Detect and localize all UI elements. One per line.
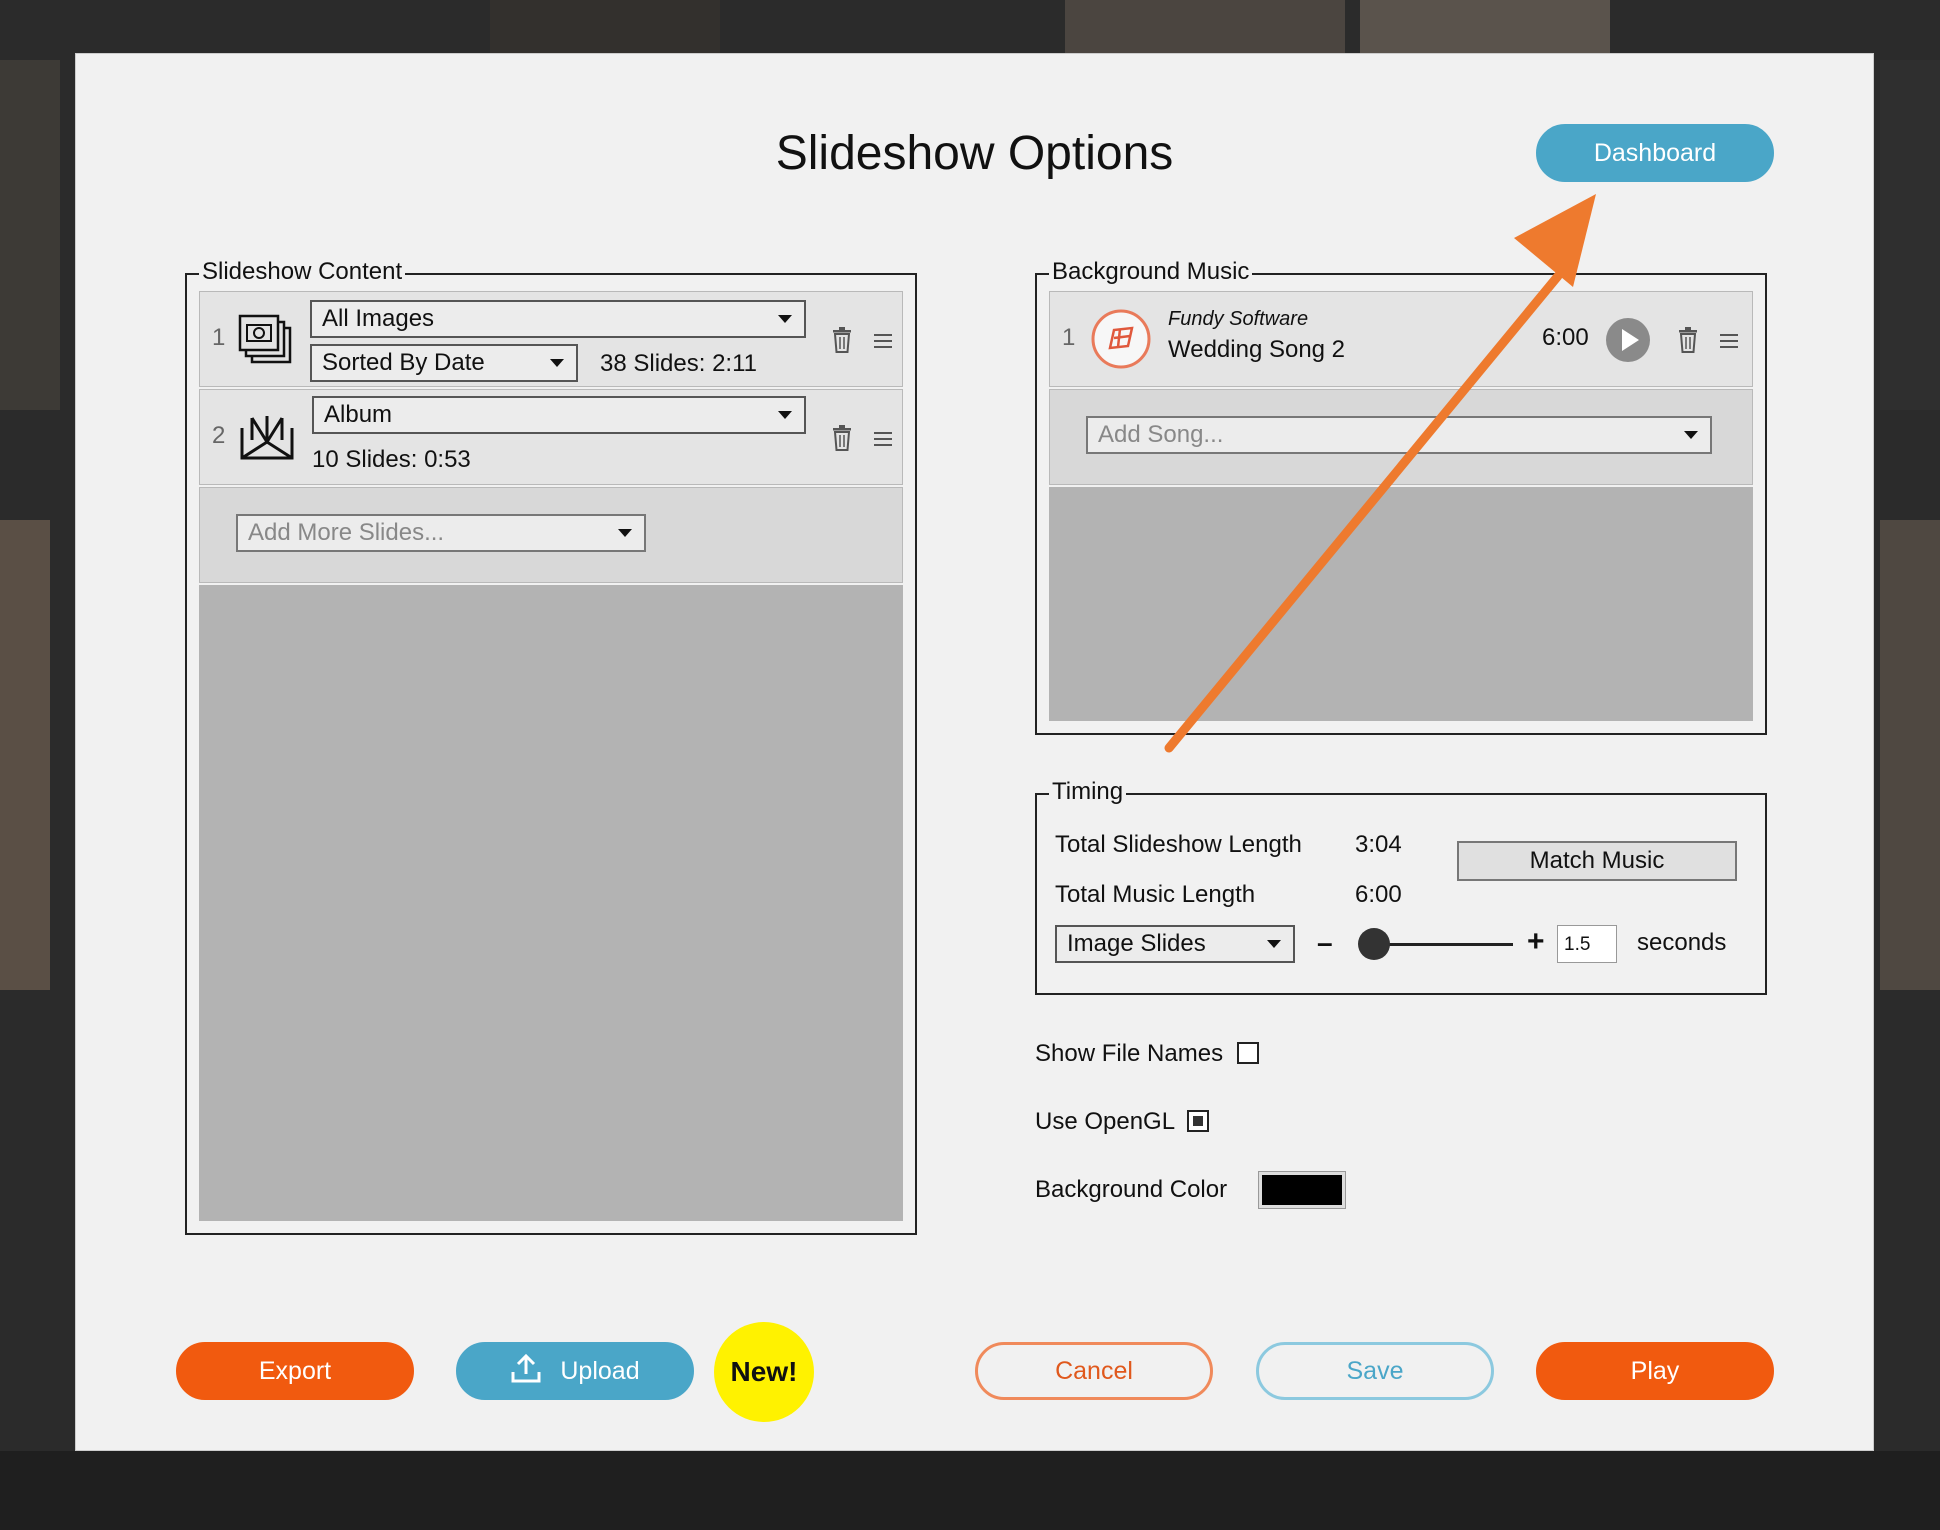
music-empty-area (1049, 487, 1753, 721)
drag-handle-icon[interactable] (1720, 334, 1738, 348)
content-row-index: 2 (212, 422, 226, 449)
save-button[interactable]: Save (1256, 1342, 1494, 1400)
upload-icon (510, 1352, 542, 1391)
background-color-label: Background Color (1035, 1176, 1228, 1203)
total-music-length-label: Total Music Length (1055, 881, 1256, 908)
background-thumbnail (0, 520, 50, 990)
slideshow-content-legend: Slideshow Content (199, 258, 406, 286)
new-badge: New! (714, 1322, 814, 1422)
slide-summary: 10 Slides: 0:53 (312, 446, 471, 473)
duration-slider[interactable] (1358, 928, 1513, 960)
background-music-group: Background Music 1 Fundy Software Weddin… (1035, 258, 1767, 735)
chevron-down-icon (1267, 940, 1281, 948)
slideshow-content-group: Slideshow Content 1 All Images Sorted By… (185, 258, 917, 1235)
upload-button[interactable]: Upload (456, 1342, 694, 1400)
chevron-down-icon (550, 359, 564, 367)
increase-button[interactable]: + (1527, 925, 1545, 959)
background-thumbnail (490, 0, 720, 53)
trash-icon[interactable] (832, 424, 852, 452)
decrease-button[interactable]: – (1317, 927, 1333, 959)
content-row-1[interactable]: 1 All Images Sorted By Date 38 Slides: 2… (199, 291, 903, 387)
drag-handle-icon[interactable] (874, 432, 892, 446)
music-row-index: 1 (1062, 324, 1076, 351)
chevron-down-icon (618, 529, 632, 537)
total-music-length-value: 6:00 (1355, 881, 1402, 908)
add-song-row: Add Song... (1049, 389, 1753, 485)
song-title: Wedding Song 2 (1168, 336, 1346, 363)
drag-handle-icon[interactable] (874, 334, 892, 348)
background-filmstrip (0, 1451, 1940, 1530)
slide-type-select[interactable]: Image Slides (1055, 925, 1295, 963)
music-row-1[interactable]: 1 Fundy Software Wedding Song 2 6:00 (1049, 291, 1753, 387)
source-select-1[interactable]: All Images (310, 300, 806, 338)
timing-group: Timing Total Slideshow Length 3:04 Total… (1035, 778, 1767, 995)
slide-type-value: Image Slides (1067, 930, 1206, 957)
match-music-button[interactable]: Match Music (1457, 841, 1737, 881)
chevron-down-icon (1684, 431, 1698, 439)
dashboard-button[interactable]: Dashboard (1536, 124, 1774, 182)
background-music-legend: Background Music (1049, 258, 1253, 286)
background-thumbnail (1065, 0, 1345, 53)
seconds-input[interactable]: 1.5 (1557, 925, 1617, 963)
slide-summary: 38 Slides: 2:11 (600, 350, 757, 377)
images-stack-icon (238, 314, 294, 366)
add-slides-row: Add More Slides... (199, 487, 903, 583)
add-more-slides-select[interactable]: Add More Slides... (236, 514, 646, 552)
slider-knob[interactable] (1358, 928, 1391, 960)
timing-legend: Timing (1049, 778, 1127, 806)
seconds-label: seconds (1637, 929, 1727, 956)
content-row-2[interactable]: 2 Album 10 Slides: 0:53 (199, 389, 903, 485)
song-artist: Fundy Software (1168, 308, 1309, 330)
song-duration: 6:00 (1542, 324, 1589, 351)
show-file-names-checkbox[interactable] (1237, 1042, 1259, 1064)
use-opengl-label: Use OpenGL (1035, 1108, 1176, 1135)
play-button[interactable]: Play (1536, 1342, 1774, 1400)
source-select-value: Album (324, 401, 393, 428)
background-thumbnail (1880, 520, 1940, 990)
show-file-names-label: Show File Names (1035, 1040, 1224, 1067)
content-empty-area (199, 585, 903, 1221)
fundy-logo-icon (1090, 308, 1152, 370)
use-opengl-checkbox[interactable] (1187, 1110, 1209, 1132)
chevron-down-icon (778, 315, 792, 323)
add-song-select[interactable]: Add Song... (1086, 416, 1712, 454)
sort-select[interactable]: Sorted By Date (310, 344, 578, 382)
total-slideshow-length-label: Total Slideshow Length (1055, 831, 1302, 858)
background-thumbnail (1880, 60, 1940, 410)
upload-label: Upload (560, 1356, 640, 1385)
album-book-icon (238, 410, 296, 462)
export-button[interactable]: Export (176, 1342, 414, 1400)
sort-select-value: Sorted By Date (322, 349, 485, 376)
chevron-down-icon (778, 411, 792, 419)
background-thumbnail (1360, 0, 1610, 53)
add-song-placeholder: Add Song... (1098, 421, 1224, 448)
add-more-slides-placeholder: Add More Slides... (248, 519, 445, 546)
source-select-value: All Images (322, 305, 435, 332)
background-color-swatch[interactable] (1258, 1171, 1346, 1209)
trash-icon[interactable] (832, 326, 852, 354)
source-select-2[interactable]: Album (312, 396, 806, 434)
play-preview-icon[interactable] (1606, 318, 1650, 362)
content-row-index: 1 (212, 324, 226, 351)
trash-icon[interactable] (1678, 326, 1698, 354)
cancel-button[interactable]: Cancel (975, 1342, 1213, 1400)
slideshow-options-dialog: Slideshow Options Dashboard Slideshow Co… (75, 53, 1874, 1451)
background-thumbnail (0, 60, 60, 410)
total-slideshow-length-value: 3:04 (1355, 831, 1402, 858)
